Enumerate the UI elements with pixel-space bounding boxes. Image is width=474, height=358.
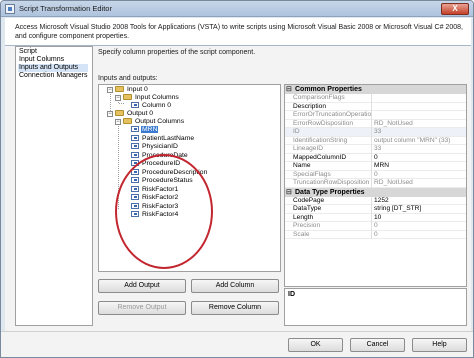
- page-description: Specify column properties of the script …: [98, 49, 256, 56]
- tree-node-output-column[interactable]: RiskFactor4: [131, 211, 179, 219]
- ok-button[interactable]: OK: [288, 338, 343, 352]
- tree-node-output-column[interactable]: ProcedureStatus: [131, 177, 194, 185]
- nav-item-connection-managers[interactable]: Connection Managers: [18, 72, 92, 80]
- column-icon: [131, 102, 139, 108]
- nav-item-inputs-and-outputs[interactable]: Inputs and Outputs: [18, 64, 88, 72]
- property-row[interactable]: LineageID 33: [285, 145, 466, 154]
- column-icon: [131, 177, 139, 183]
- tree-node-output-column[interactable]: PatientLastName: [131, 134, 195, 143]
- client-area: Script Input Columns Inputs and Outputs …: [5, 46, 471, 331]
- column-icon: [131, 134, 139, 141]
- property-row[interactable]: ErrorOrTruncationOperatio: [285, 111, 466, 120]
- tree-node-input0[interactable]: Input 0: [115, 86, 149, 94]
- column-icon: [131, 143, 139, 149]
- column-icon: [131, 211, 139, 217]
- inputs-outputs-label: Inputs and outputs:: [98, 75, 158, 82]
- property-row[interactable]: TruncationRowDisposition RD_NotUsed: [285, 179, 466, 188]
- folder-icon: [123, 94, 132, 100]
- tree-node-output-column[interactable]: ProcedureDescription: [131, 168, 208, 177]
- column-icon: [131, 151, 139, 158]
- property-row[interactable]: Length 10: [285, 213, 466, 222]
- property-row[interactable]: MappedColumnID 0: [285, 153, 466, 162]
- title-bar[interactable]: Script Transformation Editor X: [1, 1, 473, 17]
- tree-node-column0[interactable]: Column 0: [131, 102, 172, 110]
- nav-item-input-columns[interactable]: Input Columns: [18, 56, 92, 64]
- property-row[interactable]: DataType string [DT_STR]: [285, 205, 466, 214]
- property-row[interactable]: IdentificationString output column "MRN" …: [285, 136, 466, 145]
- property-row[interactable]: ErrorRowDisposition RD_NotUsed: [285, 119, 466, 128]
- folder-icon: [123, 118, 132, 124]
- tree-node-output-column[interactable]: RiskFactor1: [131, 185, 179, 194]
- collapse-input-columns-icon[interactable]: −: [115, 95, 121, 101]
- data-type-properties-header[interactable]: Data Type Properties: [285, 187, 466, 197]
- dialog-footer: OK Cancel Help: [1, 331, 473, 357]
- property-row[interactable]: Name MRN: [285, 162, 466, 171]
- tree-node-output-columns[interactable]: Output Columns: [123, 118, 185, 126]
- column-icon: [131, 168, 139, 175]
- column-icon: [131, 202, 139, 209]
- column-icon: [131, 185, 139, 192]
- tree-node-input-columns[interactable]: Input Columns: [123, 94, 180, 102]
- tree-node-output-column[interactable]: RiskFactor2: [131, 194, 179, 202]
- nav-item-script[interactable]: Script: [18, 48, 92, 56]
- remove-output-button[interactable]: Remove Output: [98, 301, 186, 315]
- help-button[interactable]: Help: [412, 338, 467, 352]
- tree-node-output-column[interactable]: ProcedureID: [131, 160, 181, 168]
- property-description-title: ID: [288, 291, 295, 298]
- property-row-selected[interactable]: ID 33: [285, 128, 466, 137]
- property-row[interactable]: Precision 0: [285, 222, 466, 231]
- close-button[interactable]: X: [441, 3, 469, 15]
- collapse-input0-icon[interactable]: −: [107, 87, 113, 93]
- script-transformation-editor-window: Script Transformation Editor X Access Mi…: [0, 0, 474, 358]
- inputs-outputs-tree[interactable]: − Input 0 − Input Columns Column 0 − Out…: [98, 84, 281, 272]
- folder-icon: [115, 110, 124, 116]
- common-properties-header[interactable]: Common Properties: [285, 85, 466, 94]
- folder-icon: [115, 86, 124, 92]
- tree-node-output-column[interactable]: PhysicianID: [131, 143, 179, 151]
- property-row[interactable]: Scale 0: [285, 230, 466, 239]
- add-output-button[interactable]: Add Output: [98, 279, 186, 293]
- remove-column-button[interactable]: Remove Column: [191, 301, 279, 315]
- property-row[interactable]: Description: [285, 102, 466, 111]
- window-title: Script Transformation Editor: [19, 4, 112, 13]
- tree-node-output-column[interactable]: ProcedureDate: [131, 151, 189, 160]
- column-icon: [131, 126, 139, 132]
- header-description: Access Microsoft Visual Studio 2008 Tool…: [5, 18, 471, 46]
- property-row[interactable]: CodePage 1252: [285, 196, 466, 205]
- property-grid[interactable]: Common Properties ComparisonFlags Descri…: [284, 84, 467, 287]
- property-row[interactable]: SpecialFlags 0: [285, 170, 466, 179]
- add-column-button[interactable]: Add Column: [191, 279, 279, 293]
- collapse-output-columns-icon[interactable]: −: [115, 119, 121, 125]
- collapse-output0-icon[interactable]: −: [107, 111, 113, 117]
- property-description-box: ID: [284, 288, 467, 326]
- tree-node-output0[interactable]: Output 0: [115, 110, 154, 118]
- page-navigation: Script Input Columns Inputs and Outputs …: [15, 46, 93, 326]
- tree-node-output-column[interactable]: MRN: [131, 126, 159, 134]
- app-icon: [5, 4, 15, 14]
- column-icon: [131, 194, 139, 200]
- column-icon: [131, 160, 139, 166]
- property-row[interactable]: ComparisonFlags: [285, 94, 466, 103]
- tree-node-output-column[interactable]: RiskFactor3: [131, 202, 179, 211]
- cancel-button[interactable]: Cancel: [350, 338, 405, 352]
